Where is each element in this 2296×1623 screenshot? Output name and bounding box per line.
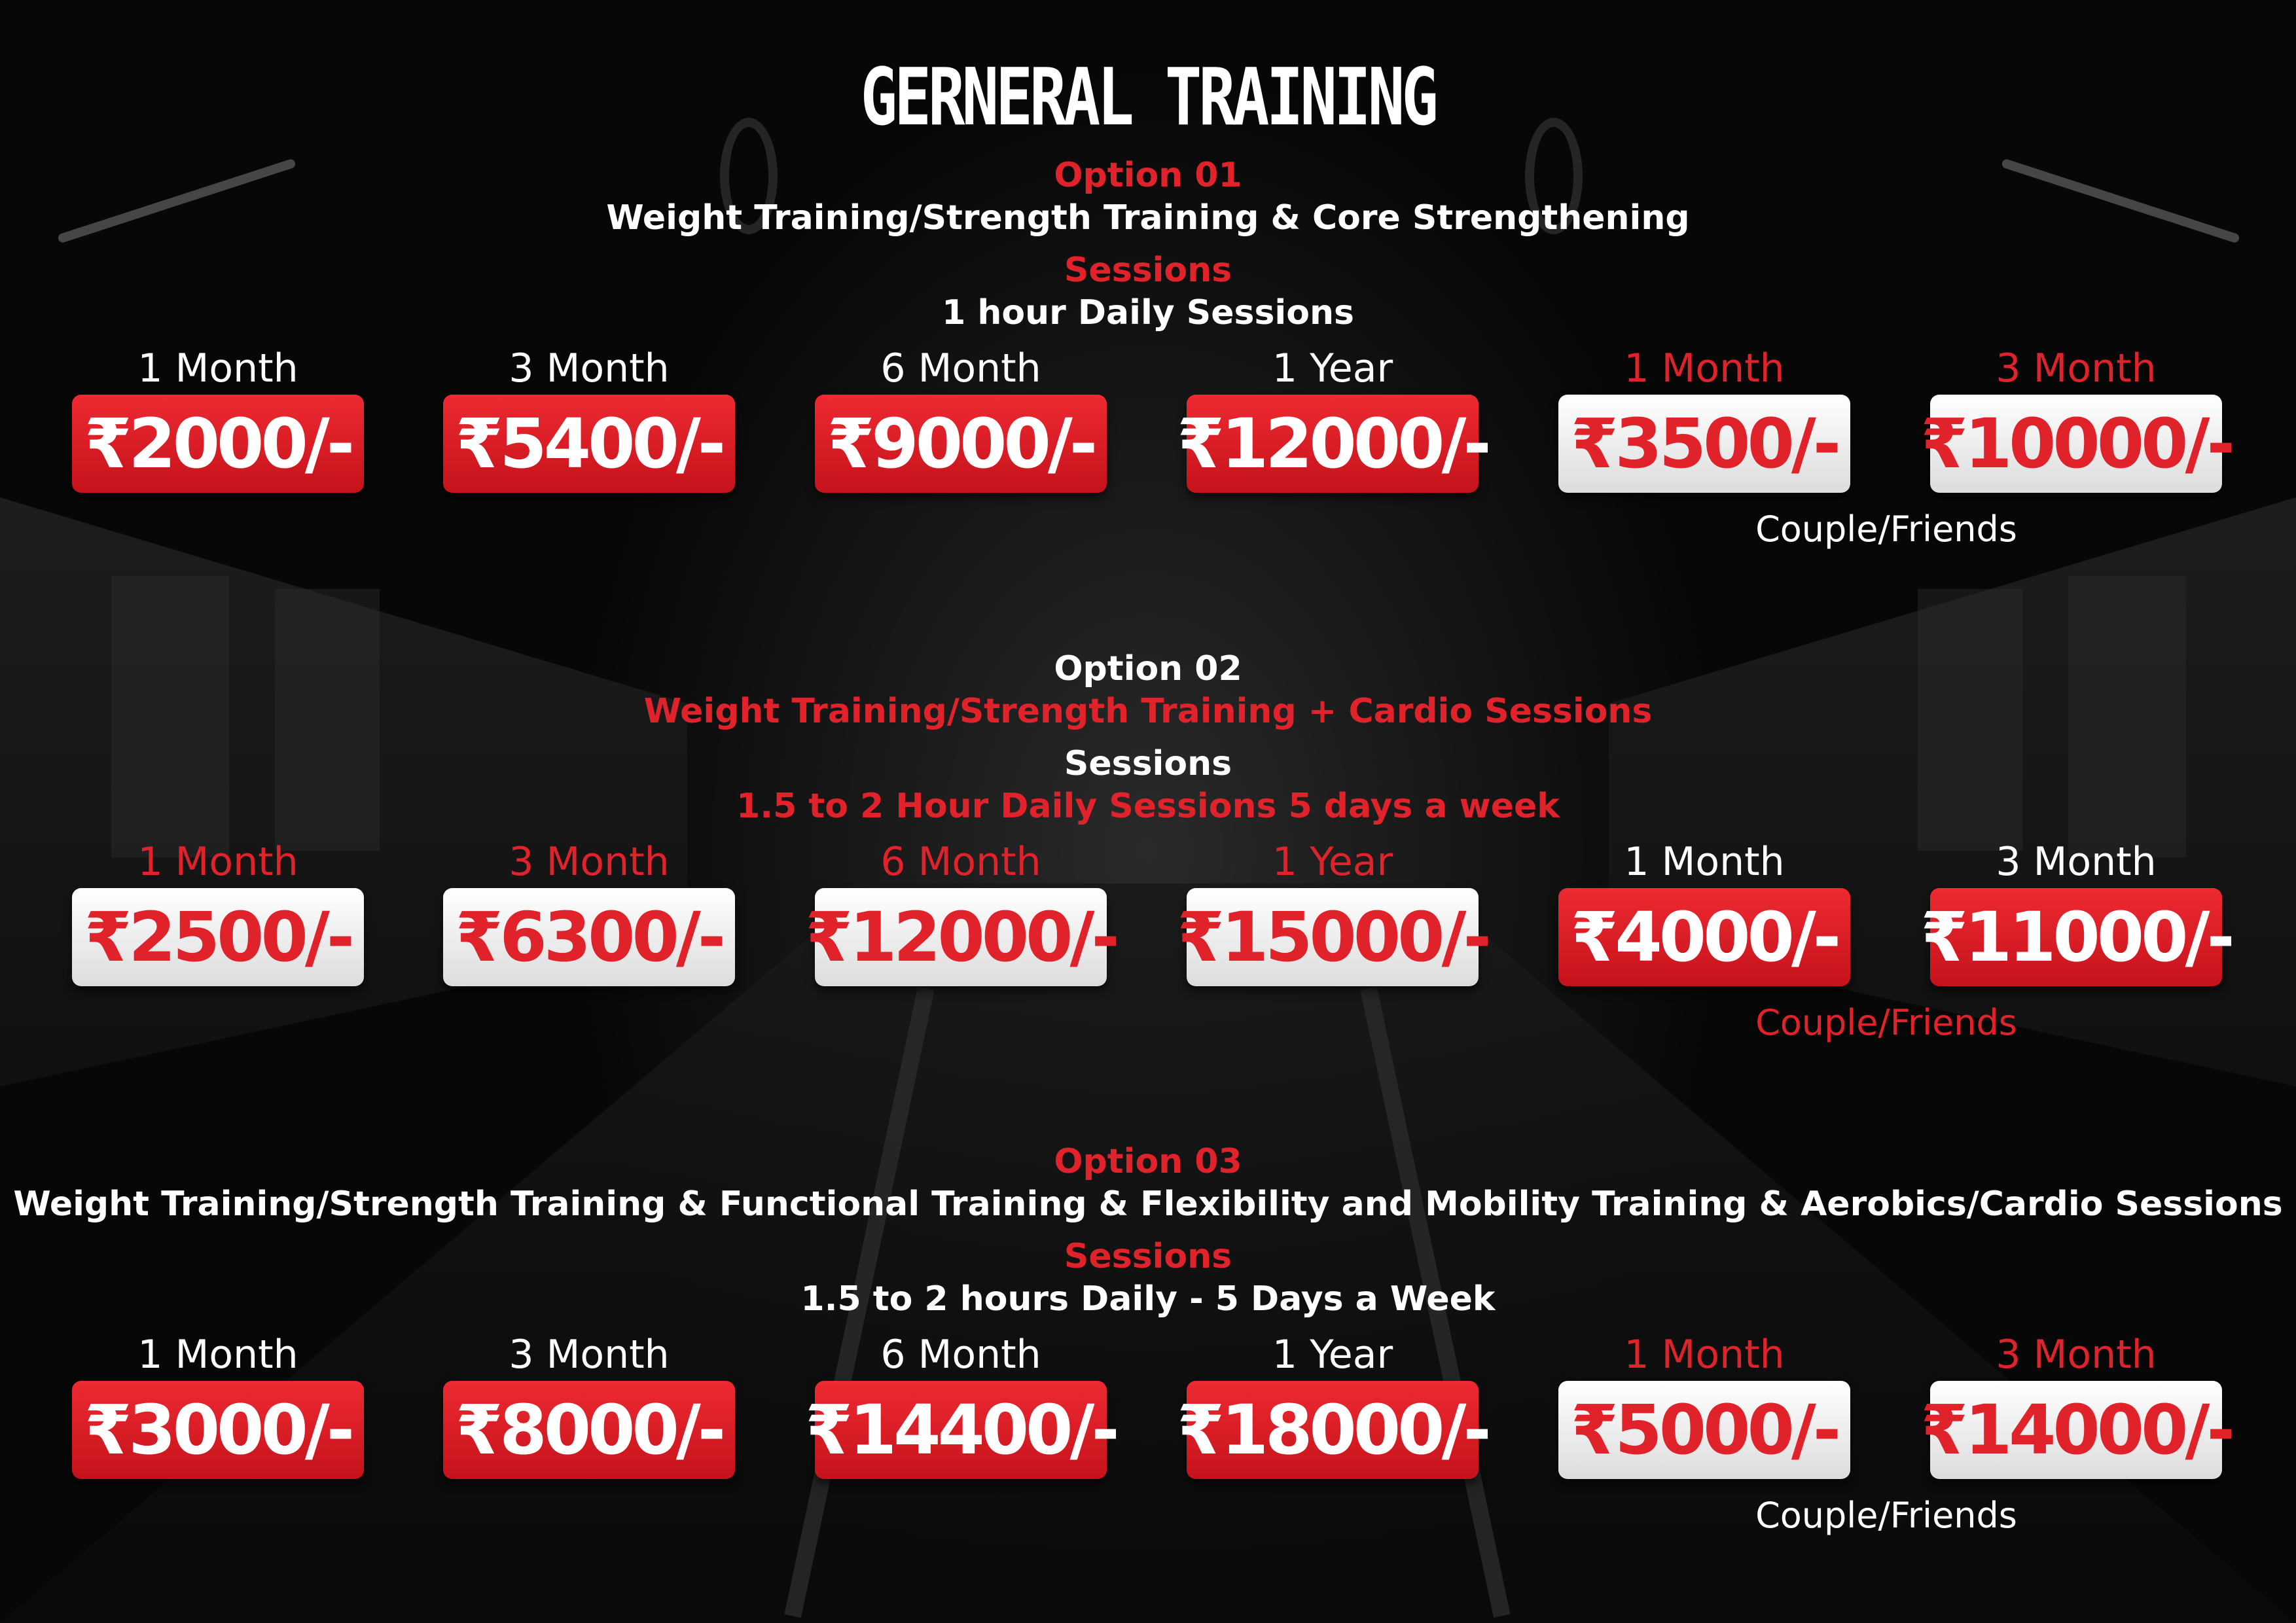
plan-period: 3 Month [509, 1332, 670, 1378]
price-badge: ₹8000/- [443, 1381, 735, 1479]
price-badge: ₹10000/- [1920, 395, 2235, 493]
pricing-poster: GERNERAL TRAINING Option 01 Weight Traini… [0, 0, 2296, 1623]
plan-period: 1 Month [137, 1332, 298, 1378]
plan-period: 3 Month [1996, 1332, 2157, 1378]
plan-period: 6 Month [880, 839, 1041, 885]
price-badge: ₹2500/- [72, 888, 364, 986]
couple-friends-note: Couple/Friends [1755, 508, 2017, 550]
price-badge: ₹3000/- [72, 1381, 364, 1479]
price-badge: ₹18000/- [1177, 1381, 1492, 1479]
sessions-label: Sessions [1064, 251, 1232, 290]
plan-period: 3 Month [509, 839, 670, 885]
price-badge: ₹5400/- [443, 395, 735, 493]
sessions-detail: 1.5 to 2 Hour Daily Sessions 5 days a we… [736, 787, 1560, 826]
sessions-label: Sessions [1064, 1237, 1232, 1276]
plan-period: 3 Month [1996, 839, 2157, 885]
option-label: Option 01 [1054, 156, 1242, 195]
price-badge: ₹6300/- [443, 888, 735, 986]
plan-period: 3 Month [1996, 346, 2157, 391]
couple-friends-note: Couple/Friends [1755, 1002, 2017, 1043]
sessions-label: Sessions [1064, 744, 1232, 783]
price-badge: ₹5000/- [1558, 1381, 1850, 1479]
couple-friends-note: Couple/Friends [1755, 1495, 2017, 1536]
price-badge: ₹12000/- [805, 888, 1120, 986]
plan-period: 1 Year [1272, 839, 1393, 885]
plan-period: 1 Year [1272, 1332, 1393, 1378]
price-badge: ₹15000/- [1177, 888, 1492, 986]
option-label: Option 02 [1054, 649, 1242, 688]
price-badge: ₹4000/- [1558, 888, 1850, 986]
plan-period: 6 Month [880, 346, 1041, 391]
plan-period: 3 Month [509, 346, 670, 391]
plan-period: 1 Month [1624, 839, 1785, 885]
sessions-detail: 1 hour Daily Sessions [942, 293, 1354, 332]
option-description: Weight Training/Strength Training + Card… [643, 692, 1653, 731]
option-description: Weight Training/Strength Training & Core… [606, 198, 1690, 238]
plan-period: 1 Month [137, 346, 298, 391]
price-badge: ₹9000/- [815, 395, 1107, 493]
option-label: Option 03 [1054, 1142, 1242, 1181]
price-badge: ₹3500/- [1558, 395, 1850, 493]
sessions-detail: 1.5 to 2 hours Daily - 5 Days a Week [800, 1279, 1496, 1319]
price-badge: ₹11000/- [1920, 888, 2235, 986]
plan-period: 1 Month [1624, 1332, 1785, 1378]
price-badge: ₹2000/- [72, 395, 364, 493]
option-description: Weight Training/Strength Training & Func… [13, 1185, 2283, 1224]
plan-period: 1 Month [137, 839, 298, 885]
plan-period: 1 Month [1624, 346, 1785, 391]
plan-period: 1 Year [1272, 346, 1393, 391]
price-badge: ₹12000/- [1177, 395, 1492, 493]
page-title: GERNERAL TRAINING [860, 52, 1439, 143]
price-badge: ₹14000/- [1920, 1381, 2235, 1479]
price-badge: ₹14400/- [805, 1381, 1120, 1479]
plan-period: 6 Month [880, 1332, 1041, 1378]
